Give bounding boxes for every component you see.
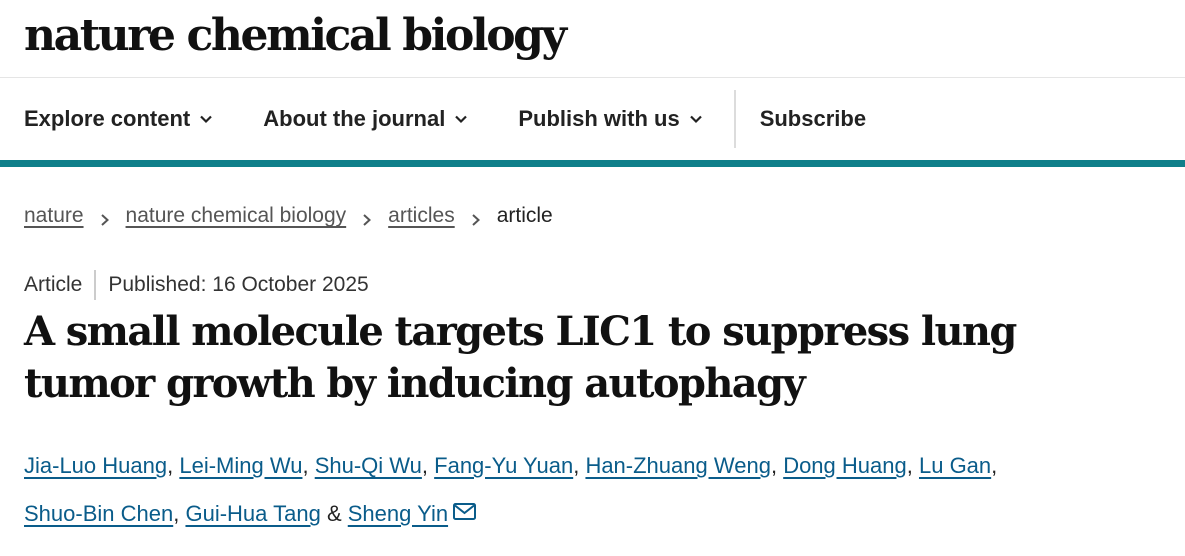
author-list: Jia-Luo Huang, Lei-Ming Wu, Shu-Qi Wu, F…: [0, 442, 1185, 538]
nav-divider: [733, 90, 736, 148]
chevron-right-icon: [361, 209, 373, 226]
author-link[interactable]: Han-Zhuang Weng: [585, 453, 771, 478]
author-link[interactable]: Shu-Qi Wu: [315, 453, 422, 478]
author-link[interactable]: Lu Gan: [919, 453, 991, 478]
chevron-right-icon: [99, 209, 111, 226]
nav-publish-with-us[interactable]: Publish with us: [518, 106, 703, 132]
nav-subscribe[interactable]: Subscribe: [760, 106, 866, 132]
author-separator: ,: [173, 501, 180, 526]
author-separator: ,: [167, 453, 174, 478]
article-type: Article: [24, 273, 83, 296]
author-separator: ,: [906, 453, 913, 478]
chevron-down-icon: [688, 111, 704, 127]
breadcrumb: nature nature chemical biology articles …: [0, 201, 1185, 231]
author-separator: ,: [302, 453, 309, 478]
nav-item-label: Publish with us: [518, 106, 680, 131]
nav-item-label: About the journal: [263, 106, 446, 131]
author-link[interactable]: Sheng Yin: [348, 501, 448, 526]
nav-explore-content[interactable]: Explore content: [24, 106, 214, 132]
author-link[interactable]: Dong Huang: [783, 453, 907, 478]
breadcrumb-nature[interactable]: nature: [24, 204, 84, 228]
author-link[interactable]: Jia-Luo Huang: [24, 453, 167, 478]
author-separator: ,: [421, 453, 429, 478]
breadcrumb-current: article: [496, 204, 553, 227]
chevron-down-icon: [453, 111, 469, 127]
nav-item-label: Explore content: [24, 106, 191, 131]
author-separator: ,: [770, 453, 778, 478]
masthead: nature chemical biology: [0, 0, 1185, 78]
article-meta: Article Published: 16 October 2025: [0, 270, 1185, 300]
meta-divider: [94, 270, 97, 300]
author-link[interactable]: Gui-Hua Tang: [185, 501, 320, 526]
breadcrumb-journal[interactable]: nature chemical biology: [126, 204, 347, 228]
nav-item-label: Subscribe: [759, 106, 867, 131]
author-link[interactable]: Shuo-Bin Chen: [24, 501, 173, 526]
chevron-down-icon: [198, 111, 214, 127]
author-link[interactable]: Lei-Ming Wu: [179, 453, 302, 478]
author-separator: ,: [573, 453, 580, 478]
author-link[interactable]: Fang-Yu Yuan: [434, 453, 573, 478]
nav-about-journal[interactable]: About the journal: [263, 106, 469, 132]
breadcrumb-articles[interactable]: articles: [388, 204, 455, 228]
author-separator: ,: [991, 453, 998, 478]
mail-icon[interactable]: [452, 492, 478, 520]
published-date: Published: 16 October 2025: [108, 273, 369, 296]
article-title: A small molecule targets LIC1 to suppres…: [24, 308, 1017, 407]
main-nav: Explore content About the journal Publis…: [0, 78, 1185, 160]
nav-accent-bar: [0, 160, 1185, 167]
author-joiner: &: [326, 501, 342, 526]
journal-logo[interactable]: nature chemical biology: [24, 13, 567, 58]
chevron-right-icon: [470, 209, 482, 226]
